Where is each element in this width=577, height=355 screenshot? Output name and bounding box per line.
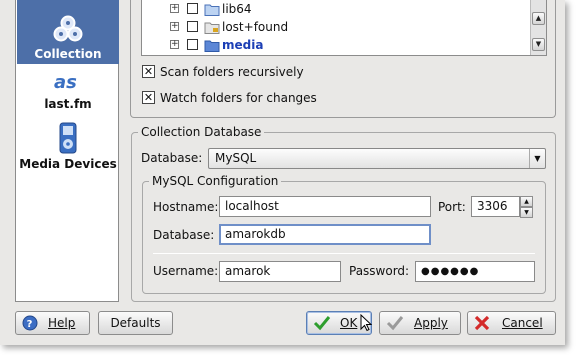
sidebar-item-label: Media Devices xyxy=(19,157,117,171)
lastfm-icon: as xyxy=(53,70,83,97)
cancel-button-label: Cancel xyxy=(502,316,543,330)
database-type-label: Database: xyxy=(141,151,203,165)
database-type-value: MySQL xyxy=(215,151,257,165)
help-button-label: Help xyxy=(48,316,76,330)
port-field[interactable]: 3306 xyxy=(471,196,520,217)
scroll-up-icon[interactable]: ▲ xyxy=(532,12,545,25)
help-icon: ? xyxy=(22,315,38,338)
decrement-icon[interactable]: ▼ xyxy=(520,207,533,218)
svg-text:as: as xyxy=(54,72,77,93)
increment-icon[interactable]: ▲ xyxy=(520,196,533,207)
folder-checkbox[interactable] xyxy=(187,39,198,50)
sidebar-item-lastfm[interactable]: as last.fm xyxy=(17,70,119,118)
collection-folders-pane: + lib64 + lost+found + media ▲ ▼ ✕ Scan … xyxy=(130,0,556,118)
password-label: Password: xyxy=(349,264,410,278)
checkbox-label: Watch folders for changes xyxy=(160,91,317,105)
apply-button-label: Apply xyxy=(414,316,448,330)
divider xyxy=(153,253,535,254)
folder-tree[interactable]: + lib64 + lost+found + media ▲ ▼ xyxy=(141,0,547,56)
mouse-cursor-icon xyxy=(360,313,373,335)
chevron-down-icon[interactable]: ▼ xyxy=(529,149,545,168)
collection-database-group: Collection Database Database: MySQL ▼ My… xyxy=(131,125,556,302)
locked-folder-icon xyxy=(204,21,220,39)
folder-label: lib64 xyxy=(222,2,252,16)
folder-icon xyxy=(204,3,220,21)
folder-label: media xyxy=(222,38,264,52)
svg-text:?: ? xyxy=(27,319,33,330)
scroll-down-icon[interactable]: ▼ xyxy=(532,38,545,51)
defaults-button-label: Defaults xyxy=(110,316,161,330)
port-stepper[interactable]: ▲ ▼ xyxy=(520,196,533,218)
apply-check-icon xyxy=(386,315,404,338)
checkbox-checked-icon[interactable]: ✕ xyxy=(142,65,155,78)
hostname-field[interactable]: localhost xyxy=(219,196,431,217)
username-field[interactable]: amarok xyxy=(219,261,341,282)
media-device-icon xyxy=(58,122,78,157)
group-title: MySQL Configuration xyxy=(149,174,282,188)
collection-icon xyxy=(53,14,83,47)
expand-icon[interactable]: + xyxy=(170,40,179,49)
sidebar-item-label: Collection xyxy=(34,47,102,61)
help-button[interactable]: ? Help xyxy=(15,311,90,335)
sidebar-item-label: last.fm xyxy=(44,97,92,111)
database-name-label: Database: xyxy=(153,228,215,242)
defaults-button[interactable]: Defaults xyxy=(98,311,173,335)
folder-checkbox[interactable] xyxy=(187,3,198,14)
checkmark-icon xyxy=(313,315,331,338)
expand-icon[interactable]: + xyxy=(170,4,179,13)
folder-icon xyxy=(204,39,220,55)
sidebar-item-collection[interactable]: Collection xyxy=(17,0,119,64)
checkbox-checked-icon[interactable]: ✕ xyxy=(142,91,155,104)
folder-checkbox[interactable] xyxy=(187,21,198,32)
group-title: Collection Database xyxy=(138,125,265,139)
settings-dialog: Collection as last.fm Media Devices + li… xyxy=(0,0,565,345)
hostname-label: Hostname: xyxy=(153,200,219,214)
checkbox-label: Scan folders recursively xyxy=(160,65,304,79)
cancel-button[interactable]: Cancel xyxy=(467,311,556,335)
tree-scrollbar[interactable]: ▲ ▼ xyxy=(530,0,546,55)
apply-button[interactable]: Apply xyxy=(379,311,461,335)
cancel-x-icon xyxy=(474,315,490,338)
expand-icon[interactable]: + xyxy=(170,22,179,31)
sidebar: Collection as last.fm Media Devices xyxy=(15,0,119,302)
database-type-select[interactable]: MySQL ▼ xyxy=(208,148,546,169)
folder-label: lost+found xyxy=(222,20,289,34)
port-label: Port: xyxy=(438,200,466,214)
password-field[interactable]: ●●●●●● xyxy=(415,261,535,282)
sidebar-item-media-devices[interactable]: Media Devices xyxy=(17,122,119,174)
mysql-configuration-group: MySQL Configuration Hostname: localhost … xyxy=(142,174,546,294)
username-label: Username: xyxy=(153,264,219,278)
database-name-field[interactable]: amarokdb xyxy=(219,224,431,245)
ok-button-label: OK xyxy=(340,316,358,330)
